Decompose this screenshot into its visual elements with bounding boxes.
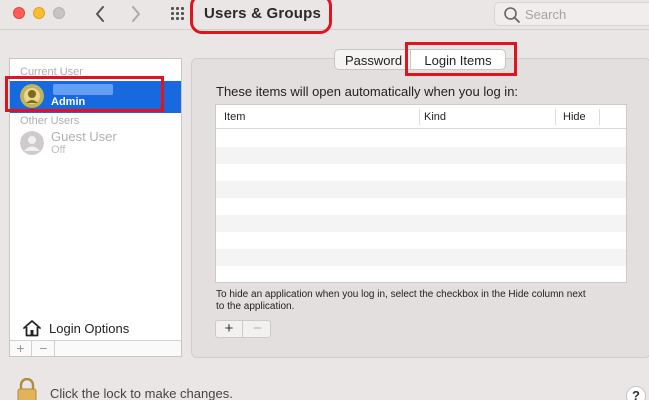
login-options-label: Login Options: [49, 320, 130, 336]
remove-user-button[interactable]: −: [33, 341, 55, 356]
login-items-add-remove: + −: [215, 320, 271, 338]
forward-chevron-icon: [132, 6, 140, 22]
guest-avatar-icon: [20, 131, 44, 155]
guest-user-name[interactable]: Guest User: [51, 129, 117, 144]
add-user-button[interactable]: +: [10, 341, 32, 356]
help-button[interactable]: ?: [626, 386, 646, 400]
column-header-kind[interactable]: Kind: [424, 111, 446, 123]
column-divider: [599, 109, 600, 125]
user-highlight-annotation: [5, 76, 164, 112]
minimize-window-button[interactable]: [33, 7, 45, 19]
lock-icon[interactable]: [16, 378, 38, 400]
table-row: [216, 266, 626, 282]
search-icon: [504, 7, 520, 23]
back-button[interactable]: [90, 3, 110, 25]
column-divider: [555, 109, 556, 125]
login-items-heading: These items will open automatically when…: [216, 84, 519, 99]
lock-message: Click the lock to make changes.: [50, 386, 233, 400]
table-row: [216, 232, 626, 249]
guest-user-status: Off: [51, 144, 66, 156]
table-row: [216, 130, 626, 147]
table-row: [216, 198, 626, 215]
sidebar-footer: + −: [10, 340, 181, 356]
table-row: [216, 215, 626, 232]
remove-login-item-button[interactable]: −: [244, 321, 271, 337]
other-users-section-label: Other Users: [20, 115, 80, 127]
grid-icon[interactable]: [170, 6, 186, 22]
login-options-button[interactable]: Login Options: [10, 315, 181, 341]
back-chevron-icon: [96, 6, 104, 22]
search-input[interactable]: [525, 5, 645, 23]
tab-highlight-annotation: [405, 42, 517, 76]
add-login-item-button[interactable]: +: [216, 321, 243, 337]
zoom-window-button[interactable]: [53, 7, 65, 19]
table-header: Item Kind Hide: [216, 105, 626, 129]
search-field[interactable]: [494, 2, 649, 26]
column-header-item[interactable]: Item: [224, 111, 245, 123]
home-icon: [23, 320, 41, 337]
table-row: [216, 164, 626, 181]
table-row: [216, 147, 626, 164]
column-header-hide[interactable]: Hide: [563, 111, 586, 123]
table-row: [216, 181, 626, 198]
login-items-help-text: To hide an application when you log in, …: [216, 289, 586, 312]
close-window-button[interactable]: [13, 7, 25, 19]
title-highlight-annotation: [190, 0, 332, 34]
tab-password[interactable]: Password: [334, 49, 410, 70]
column-divider: [419, 109, 420, 125]
table-row: [216, 249, 626, 266]
forward-button[interactable]: [126, 3, 146, 25]
login-items-table[interactable]: Item Kind Hide: [215, 104, 627, 283]
